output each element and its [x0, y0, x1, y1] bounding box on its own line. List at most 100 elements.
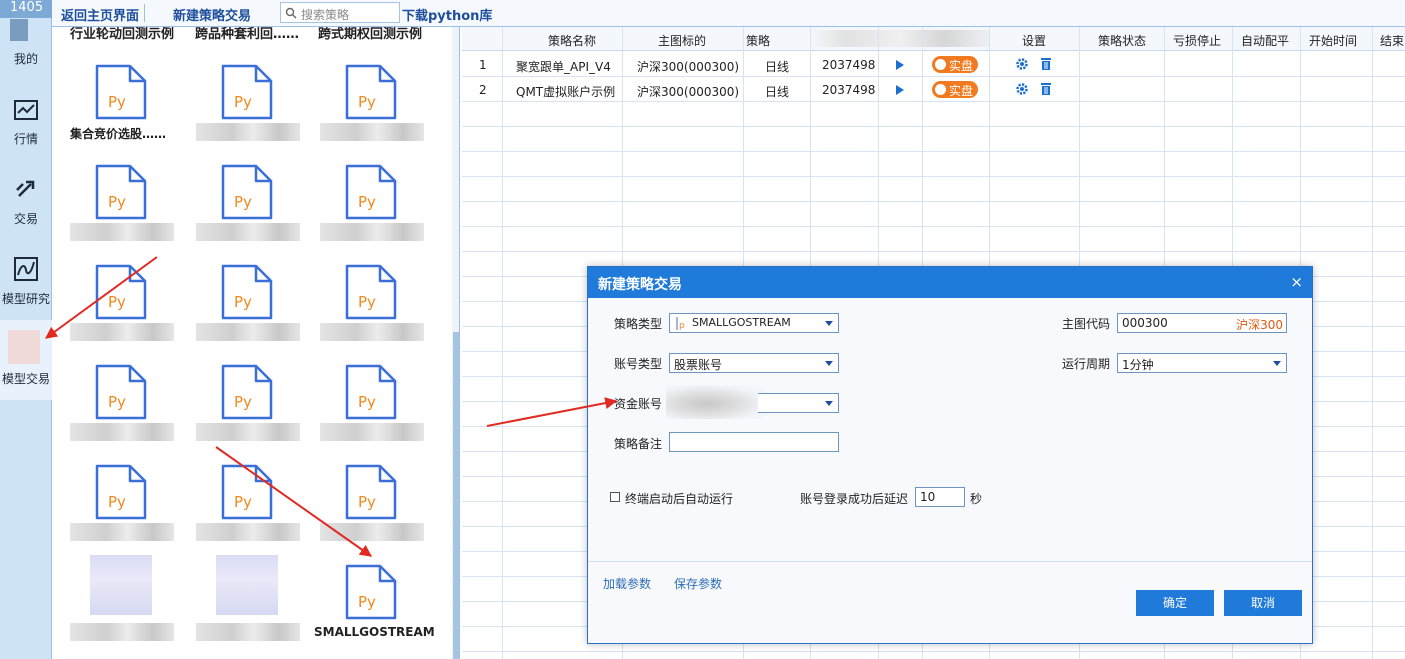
strategy-name-cell[interactable]: QMT虚拟账户示例: [516, 83, 615, 100]
grid-row-line: [462, 651, 1405, 652]
python-file-icon: Py: [95, 64, 147, 120]
blurred-caption: [70, 623, 174, 641]
search-input[interactable]: 搜索策略: [280, 2, 400, 23]
strategy-tile[interactable]: Py: [190, 357, 310, 457]
cancel-button[interactable]: 取消: [1224, 590, 1302, 616]
column-header-main: 主图标的: [657, 34, 706, 48]
period-label: 运行周期: [1062, 357, 1111, 371]
strategy-tile[interactable]: [64, 555, 184, 657]
strategy-tile[interactable]: Py: [190, 457, 310, 557]
py-label: Py: [358, 93, 376, 111]
sidebar-item-market[interactable]: 行情: [0, 90, 52, 170]
grid-row-line: [462, 101, 1405, 102]
delay-value: 10: [920, 490, 936, 504]
save-params-link[interactable]: 保存参数: [674, 575, 722, 592]
strategy-tile[interactable]: Py: [314, 157, 434, 257]
account-type-label: 账号类型: [614, 357, 663, 371]
download-python-button[interactable]: 下载python库: [402, 5, 492, 24]
play-icon[interactable]: [896, 60, 904, 70]
column-header-status: 策略状态: [1097, 34, 1146, 48]
svg-text:p: p: [679, 321, 685, 330]
grid-row-line: [462, 151, 1405, 152]
python-file-icon: Py: [95, 364, 147, 420]
search-icon: [285, 7, 297, 19]
strategy-tile[interactable]: Py: [64, 257, 184, 357]
sidebar-item-model-trade[interactable]: 模型交易: [0, 320, 52, 400]
strategy-caption: SMALLGOSTREAM: [314, 625, 434, 639]
scrollbar-thumb[interactable]: [453, 332, 459, 659]
toggle-knob: [935, 84, 946, 95]
python-file-icon: Py: [345, 364, 397, 420]
gear-icon[interactable]: [1015, 82, 1029, 96]
load-params-link[interactable]: 加载参数: [603, 575, 651, 592]
strategy-tile[interactable]: [190, 555, 310, 657]
strategy-tile[interactable]: Py 集合竞价选股……: [64, 57, 184, 157]
python-file-icon: Py: [345, 64, 397, 120]
live-mode-toggle[interactable]: 实盘: [932, 56, 978, 73]
strategy-tile[interactable]: Py: [190, 57, 310, 157]
close-icon[interactable]: ×: [1290, 273, 1303, 291]
strategy-tile[interactable]: Py: [314, 457, 434, 557]
fund-account-select[interactable]: [758, 393, 839, 413]
python-file-icon: Py: [221, 64, 273, 120]
python-file-icon: Py: [221, 164, 273, 220]
top-toolbar: 返回主页界面 新建策略交易 搜索策略 下载python库: [52, 0, 1405, 27]
grid-row-line: [462, 226, 1405, 227]
strategy-tile[interactable]: Py: [64, 457, 184, 557]
left-sidebar: 1405 我的 行情 交易 模型研究 模型交易: [0, 0, 52, 659]
strategy-tile[interactable]: Py SMALLGOSTREAM: [314, 557, 434, 657]
live-mode-toggle[interactable]: 实盘: [932, 81, 978, 98]
blurred-caption: [196, 523, 300, 541]
play-icon[interactable]: [896, 85, 904, 95]
strategy-type-select[interactable]: p SMALLGOSTREAM: [669, 313, 839, 333]
blurred-caption: [320, 223, 424, 241]
py-label: Py: [358, 193, 376, 211]
app-window: 1405 我的 行情 交易 模型研究 模型交易 返回主页界面 新建策略交易 搜索…: [0, 0, 1405, 659]
new-strategy-button[interactable]: 新建策略交易: [173, 5, 251, 24]
py-label: Py: [234, 93, 252, 111]
strategy-tile[interactable]: Py: [64, 157, 184, 257]
chevron-down-icon: [1273, 361, 1281, 366]
sidebar-item-model-research[interactable]: 模型研究: [0, 250, 52, 330]
sidebar-item-label: 行情: [13, 132, 38, 146]
py-file-icon: p: [676, 317, 685, 330]
py-label: Py: [358, 393, 376, 411]
strategy-name-cell[interactable]: 聚宽跟单_API_V4: [516, 58, 611, 75]
strategy-tile[interactable]: Py: [314, 57, 434, 157]
blurred-thumbnail: [90, 555, 152, 615]
python-file-icon: Py: [221, 364, 273, 420]
account-cell: 2037498: [822, 83, 876, 97]
strategy-tile[interactable]: Py: [190, 157, 310, 257]
delay-input[interactable]: 10: [915, 487, 965, 507]
back-home-button[interactable]: 返回主页界面: [61, 5, 139, 24]
strategy-type-label: 策略类型: [614, 317, 663, 331]
blurred-header: [810, 30, 990, 47]
main-code-name: 沪深300: [1236, 318, 1283, 332]
period-select[interactable]: 1分钟: [1117, 353, 1287, 373]
gear-icon[interactable]: [1015, 57, 1029, 71]
py-label: Py: [108, 293, 126, 311]
library-scrollbar[interactable]: [452, 27, 459, 659]
ok-button[interactable]: 确定: [1136, 590, 1214, 616]
search-placeholder: 搜索策略: [301, 8, 350, 22]
strategy-tile[interactable]: Py: [314, 357, 434, 457]
blurred-thumbnail: [216, 555, 278, 615]
autorun-label: 终端启动后自动运行: [625, 492, 734, 506]
sidebar-item-mine[interactable]: 我的: [0, 18, 52, 98]
trash-icon[interactable]: [1040, 82, 1052, 96]
account-type-select[interactable]: 股票账号: [669, 353, 839, 373]
blurred-caption: [70, 423, 174, 441]
autorun-checkbox[interactable]: [610, 492, 620, 502]
strategy-tile[interactable]: Py: [314, 257, 434, 357]
trash-icon[interactable]: [1040, 57, 1052, 71]
py-label: Py: [358, 493, 376, 511]
chevron-down-icon: [825, 401, 833, 406]
strategy-tile[interactable]: Py: [64, 357, 184, 457]
blurred-caption: [196, 423, 300, 441]
sidebar-item-trade[interactable]: 交易: [0, 170, 52, 250]
main-code-input[interactable]: 000300 沪深300: [1117, 313, 1287, 333]
strategy-note-input[interactable]: [669, 432, 839, 452]
strategy-tile[interactable]: Py: [190, 257, 310, 357]
period-cell: 日线: [765, 60, 790, 74]
py-label: Py: [358, 593, 376, 611]
